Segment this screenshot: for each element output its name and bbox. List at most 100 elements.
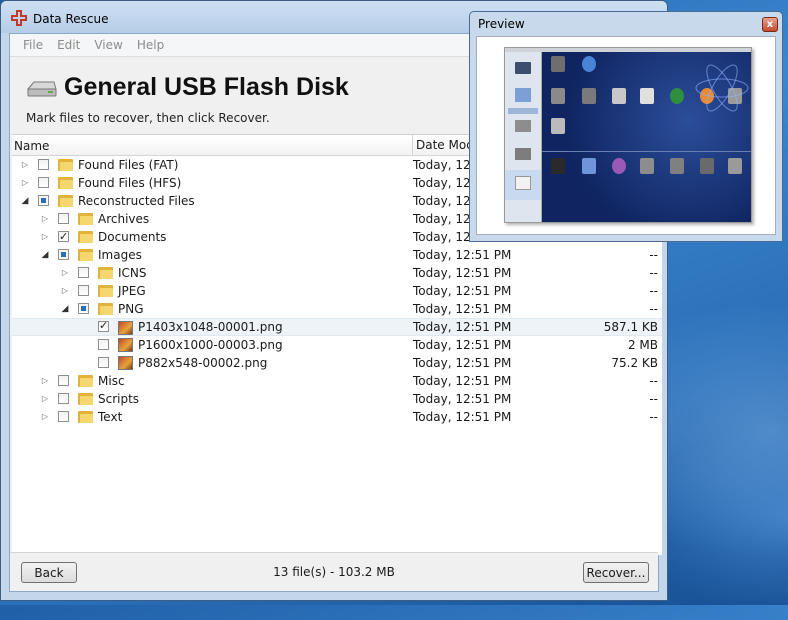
expand-triangle-icon[interactable]: ▷ (20, 156, 30, 174)
recover-checkbox[interactable] (58, 393, 69, 404)
preview-image-item (515, 176, 531, 190)
page-title: General USB Flash Disk (64, 73, 349, 101)
item-name: Archives (98, 212, 150, 226)
file-row[interactable]: P1403x1048-00001.png Today, 12:51 PM 587.1… (12, 318, 662, 336)
recover-button[interactable]: Recover... (583, 562, 649, 583)
folder-icon (78, 248, 93, 261)
file-row[interactable]: P882x548-00002.png Today, 12:51 PM 75.2 KB (12, 354, 662, 372)
folder-row[interactable]: ▷ Misc Today, 12:51 PM -- (12, 372, 662, 390)
menu-file[interactable]: File (16, 38, 50, 52)
expand-triangle-icon[interactable]: ▷ (60, 282, 70, 300)
item-date-modified: Today, 12:51 PM (413, 338, 512, 352)
item-date-modified: Today, 12:51 PM (413, 374, 512, 388)
recover-checkbox[interactable] (58, 249, 69, 260)
folder-icon (78, 212, 93, 225)
item-name: JPEG (118, 284, 146, 298)
preview-window[interactable]: Preview x (469, 11, 783, 242)
expand-triangle-icon[interactable]: ▷ (40, 228, 50, 246)
menu-edit[interactable]: Edit (50, 38, 87, 52)
item-date-modified: Today, 12:51 PM (413, 392, 512, 406)
file-row[interactable]: P1600x1000-00003.png Today, 12:51 PM 2 MB (12, 336, 662, 354)
preview-image-divider (542, 151, 751, 152)
recover-checkbox[interactable] (98, 357, 109, 368)
close-icon[interactable]: x (762, 17, 778, 32)
recover-checkbox[interactable] (78, 285, 89, 296)
preview-image-thumbnail (612, 88, 626, 104)
preview-image-thumbnail (551, 118, 565, 134)
page-subtitle: Mark files to recover, then click Recove… (26, 111, 270, 125)
menu-help[interactable]: Help (130, 38, 171, 52)
item-name: Documents (98, 230, 167, 244)
item-name: P1403x1048-00001.png (138, 320, 283, 334)
preview-image-sidebar (505, 52, 542, 222)
preview-image-thumbnail (582, 158, 596, 174)
item-name: Images (98, 248, 142, 262)
preview-image-thumbnail (700, 158, 714, 174)
recover-checkbox[interactable] (78, 303, 89, 314)
expand-triangle-icon[interactable]: ▷ (20, 174, 30, 192)
item-size: 75.2 KB (611, 356, 658, 370)
folder-row[interactable]: ◢ Images Today, 12:51 PM -- (12, 246, 662, 264)
folder-row[interactable]: ▷ JPEG Today, 12:51 PM -- (12, 282, 662, 300)
preview-image-thumbnail (551, 158, 565, 174)
column-header-name[interactable]: Name (14, 139, 49, 153)
recover-checkbox[interactable] (58, 375, 69, 386)
recover-checkbox[interactable] (58, 228, 69, 246)
expand-triangle-icon[interactable]: ▷ (40, 372, 50, 390)
item-size: -- (649, 392, 658, 406)
recover-checkbox[interactable] (38, 177, 49, 188)
expand-triangle-icon[interactable]: ▷ (40, 390, 50, 408)
recover-checkbox[interactable] (38, 159, 49, 170)
item-name: Found Files (HFS) (78, 176, 182, 190)
collapse-triangle-icon[interactable]: ◢ (40, 246, 50, 264)
item-date-modified: Today, 12:51 PM (413, 248, 512, 262)
item-name: Found Files (FAT) (78, 158, 179, 172)
preview-image-thumbnail (612, 158, 626, 174)
footer-bar: Back 13 file(s) - 103.2 MB Recover... (10, 552, 658, 591)
item-date-modified: Today, 12:51 PM (413, 410, 512, 424)
folder-row[interactable]: ◢ PNG Today, 12:51 PM -- (12, 300, 662, 318)
menu-view[interactable]: View (87, 38, 129, 52)
expand-triangle-icon[interactable]: ▷ (40, 210, 50, 228)
folder-icon (78, 392, 93, 405)
item-name: Text (98, 410, 123, 424)
expand-triangle-icon[interactable]: ▷ (60, 264, 70, 282)
preview-image-thumbnail (582, 56, 596, 72)
preview-image-content (542, 52, 751, 222)
collapse-triangle-icon[interactable]: ◢ (60, 300, 70, 318)
folder-icon (98, 266, 113, 279)
recover-checkbox[interactable] (58, 213, 69, 224)
preview-image-thumbnail (582, 88, 596, 104)
png-image-icon (118, 356, 133, 370)
preview-image-item (515, 148, 531, 160)
recover-checkbox[interactable] (98, 339, 109, 350)
preview-image-item (515, 88, 531, 102)
recover-checkbox[interactable] (58, 411, 69, 422)
folder-icon (78, 374, 93, 387)
item-size: -- (649, 302, 658, 316)
item-date-modified: Today, 12:51 PM (413, 320, 512, 334)
window-title: Data Rescue (33, 12, 109, 26)
item-size: 2 MB (627, 338, 658, 352)
folder-icon (58, 194, 73, 207)
recover-checkbox[interactable] (78, 267, 89, 278)
recover-checkbox[interactable] (98, 318, 109, 334)
preview-image-thumbnail (551, 56, 565, 72)
collapse-triangle-icon[interactable]: ◢ (20, 192, 30, 210)
preview-image-item (508, 108, 538, 114)
png-image-icon (118, 338, 133, 352)
recover-checkbox[interactable] (38, 195, 49, 206)
folder-icon (98, 284, 113, 297)
folder-row[interactable]: ▷ ICNS Today, 12:51 PM -- (12, 264, 662, 282)
item-date-modified: Today, 12:51 PM (413, 284, 512, 298)
folder-icon (58, 158, 73, 171)
preview-image-item (515, 120, 531, 132)
item-size: -- (649, 284, 658, 298)
item-size: -- (649, 410, 658, 424)
app-logo-icon (11, 10, 27, 26)
expand-triangle-icon[interactable]: ▷ (40, 408, 50, 426)
item-name: ICNS (118, 266, 147, 280)
folder-row[interactable]: ▷ Scripts Today, 12:51 PM -- (12, 390, 662, 408)
item-size: 587.1 KB (603, 320, 658, 334)
folder-row[interactable]: ▷ Text Today, 12:51 PM -- (12, 408, 662, 426)
